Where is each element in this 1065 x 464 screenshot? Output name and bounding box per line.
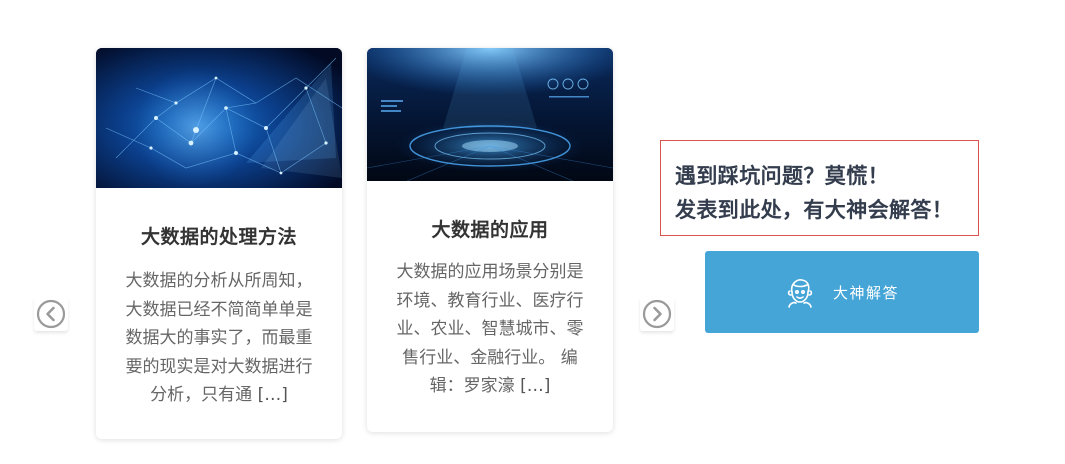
- post-card[interactable]: 大数据的应用 大数据的应用场景分别是 环境、教育行业、医疗行 业、农业、智慧城市…: [367, 48, 613, 432]
- ask-expert-button[interactable]: 大神解答: [705, 251, 979, 333]
- post-title[interactable]: 大数据的处理方法: [96, 222, 342, 249]
- chevron-left-circle-icon: [36, 299, 66, 329]
- post-excerpt: 大数据的分析从所周知， 大数据已经不简简单单是 数据大的事实了，而最重 要的现实…: [116, 267, 322, 410]
- excerpt-line: 环境、教育行业、医疗行: [396, 290, 584, 311]
- read-more-link[interactable]: […]: [258, 385, 288, 405]
- excerpt-line: 数据大的事实了，而最重: [125, 328, 313, 348]
- read-more-link[interactable]: […]: [520, 376, 550, 396]
- notice-line-2: 发表到此处，有大神会解答！: [675, 198, 954, 222]
- post-title[interactable]: 大数据的应用: [367, 215, 613, 242]
- post-card[interactable]: 大数据的处理方法 大数据的分析从所周知， 大数据已经不简简单单是 数据大的事实了…: [96, 48, 342, 439]
- excerpt-line: 要的现实是对大数据进行: [125, 356, 313, 377]
- excerpt-line: 业、农业、智慧城市、零: [396, 319, 584, 339]
- network-tech-image: [96, 48, 342, 188]
- excerpt-line: 大数据的分析从所周知，: [125, 271, 313, 291]
- excerpt-text: 分析，只有通: [150, 385, 253, 405]
- ask-expert-label: 大神解答: [832, 283, 899, 302]
- chevron-right-circle-icon: [642, 299, 672, 329]
- excerpt-text: 辑：罗家濠: [429, 376, 515, 396]
- notice-box: 遇到踩坑问题？莫慌！ 发表到此处，有大神会解答！: [660, 140, 979, 236]
- excerpt-line: 分析，只有通 […]: [116, 381, 322, 410]
- excerpt-line: 大数据的应用场景分别是: [396, 262, 584, 282]
- excerpt-line: 大数据已经不简简单单是: [125, 299, 313, 320]
- post-excerpt: 大数据的应用场景分别是 环境、教育行业、医疗行 业、农业、智慧城市、零 售行业、…: [387, 258, 593, 401]
- expert-avatar-icon: [787, 279, 813, 308]
- carousel-next-button[interactable]: [640, 297, 674, 331]
- notice-line-1: 遇到踩坑问题？莫慌！: [675, 164, 889, 188]
- post-thumbnail[interactable]: [96, 48, 342, 188]
- post-thumbnail[interactable]: [367, 48, 613, 181]
- digital-stage-image: [367, 48, 613, 181]
- excerpt-line: 辑：罗家濠 […]: [387, 372, 593, 401]
- excerpt-line: 售行业、金融行业。 编: [402, 347, 578, 368]
- carousel-prev-button[interactable]: [34, 297, 68, 331]
